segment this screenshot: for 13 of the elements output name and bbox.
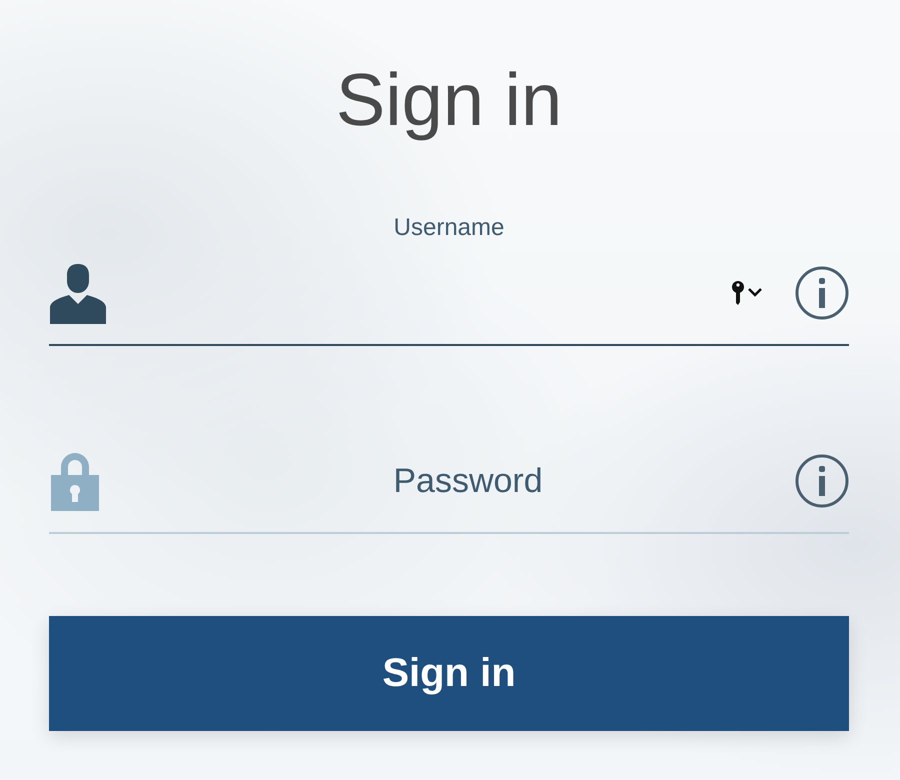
info-icon xyxy=(795,454,849,508)
page-title: Sign in xyxy=(334,57,564,143)
field-label: Username xyxy=(392,214,506,242)
lock-icon xyxy=(49,451,101,511)
key-icon xyxy=(731,280,765,306)
info-button[interactable] xyxy=(795,454,849,508)
sign-in-button[interactable]: Sign in xyxy=(49,616,849,731)
password-input[interactable]: Password xyxy=(117,462,779,500)
username-field[interactable]: Username xyxy=(49,214,849,346)
key-menu-button[interactable] xyxy=(731,280,765,306)
info-icon xyxy=(795,266,849,320)
person-icon xyxy=(49,262,107,324)
info-button[interactable] xyxy=(795,266,849,320)
